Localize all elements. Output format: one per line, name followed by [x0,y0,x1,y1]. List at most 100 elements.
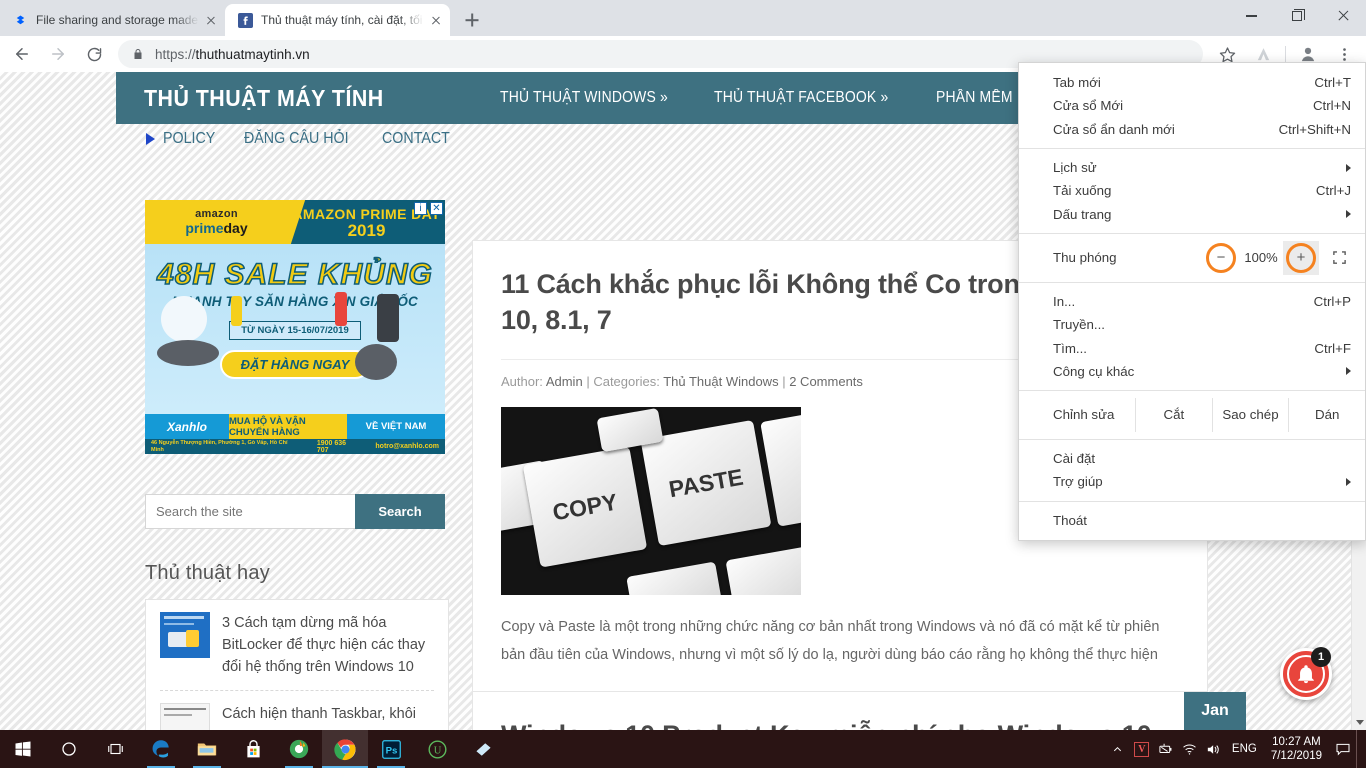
search-button[interactable]: Search [355,494,445,529]
ad-contact-bar: 46 Nguyễn Thượng Hiền, Phường 1, Gò Vấp,… [145,439,445,454]
new-tab-button[interactable] [458,6,486,34]
ad-close-icon[interactable]: ✕ [430,202,443,215]
minimize-button[interactable] [1228,0,1274,32]
cut-button[interactable]: Cắt [1135,397,1212,432]
post-title[interactable]: Cách hiện thanh Taskbar, khôi [222,703,416,730]
list-item[interactable]: 3 Cách tạm dừng mã hóa BitLocker để thực… [160,612,434,692]
menu-item-print[interactable]: In... Ctrl+P [1019,290,1365,313]
store-icon [246,739,260,757]
menu-item-new-incognito-window[interactable]: Cửa sổ ẩn danh mới Ctrl+Shift+N [1019,118,1365,141]
list-item[interactable]: Cách hiện thanh Taskbar, khôi [160,703,434,730]
amazon-prime-day-logo: amazon primeday [145,200,288,244]
microsoft-store-button[interactable] [230,730,276,768]
menu-separator [1019,389,1365,391]
ad-cta-button[interactable]: ĐẶT HÀNG NGAY [220,350,370,379]
url-text: https://thuthuatmaytinh.vn [155,47,1193,62]
menu-label: Tab mới [1053,75,1101,91]
unikey-icon [476,742,490,756]
menu-separator [1019,438,1365,440]
zoom-in-button[interactable]: + [1283,240,1319,275]
unikey-button[interactable] [460,730,506,768]
battery-icon[interactable] [1154,730,1178,768]
menu-label: Cửa sổ ẩn danh mới [1053,121,1175,137]
menu-item-new-tab[interactable]: Tab mới Ctrl+T [1019,71,1365,94]
maximize-button[interactable] [1274,0,1320,32]
svg-text:Ps: Ps [385,745,397,756]
menu-item-history[interactable]: Lịch sử [1019,156,1365,179]
forward-arrow-icon[interactable] [44,40,72,68]
chrome-button[interactable] [322,730,368,768]
nav-item-facebook[interactable]: THỦ THUẬT FACEBOOK » [714,89,888,107]
subnav-item-question[interactable]: ĐĂNG CÂU HỎI [244,130,349,148]
menu-separator [1019,500,1365,502]
edge-button[interactable] [138,730,184,768]
photoshop-button[interactable]: Ps [368,730,414,768]
nav-item-software[interactable]: PHẦN MỀM [936,89,1013,107]
menu-label: Cửa sổ Mới [1053,98,1124,114]
menu-item-find[interactable]: Tìm... Ctrl+F [1019,336,1365,359]
notification-bubble[interactable]: 1 [1280,647,1332,700]
nav-item-windows[interactable]: THỦ THUẬT WINDOWS » [500,89,668,107]
chevron-up-icon[interactable] [1106,730,1130,768]
fullscreen-icon[interactable] [1319,241,1359,275]
advertisement-banner[interactable]: amazon primeday AMAZON PRIME DAY 2019 i … [145,200,445,454]
subnav-item-contact[interactable]: CONTACT [382,130,450,148]
site-logo[interactable]: THỦ THUẬT MÁY TÍNH [144,85,384,112]
scrollbar-down-arrow[interactable] [1352,715,1366,730]
clock[interactable]: 10:27 AM 7/12/2019 [1263,735,1330,764]
tab-title: Thủ thuật máy tính, cài đặt, tối ưu [261,13,424,27]
browser-tab-2[interactable]: Thủ thuật máy tính, cài đặt, tối ưu [225,4,450,36]
volume-icon[interactable] [1202,730,1226,768]
language-indicator[interactable]: ENG [1226,743,1263,755]
menu-item-bookmarks[interactable]: Dấu trang [1019,202,1365,225]
reload-icon[interactable] [80,40,108,68]
paste-button[interactable]: Dán [1288,397,1365,432]
browser-tab-1[interactable]: File sharing and storage made sir [0,4,225,36]
article-title[interactable]: Windows 10 Product Key miễn phí cho Wind… [501,718,1179,730]
menu-item-settings[interactable]: Cài đặt [1019,447,1365,470]
ad-phone: 1900 636 707 [316,439,347,454]
file-explorer-button[interactable] [184,730,230,768]
key-blank-bottom2 [725,545,801,595]
menu-label: Thoát [1053,512,1088,528]
menu-item-more-tools[interactable]: Công cụ khác [1019,360,1365,383]
key-copy: COPY [522,446,648,568]
svg-text:U: U [433,745,441,756]
chrome-main-menu: Tab mới Ctrl+T Cửa sổ Mới Ctrl+N Cửa sổ … [1018,62,1366,541]
zoom-out-highlight-circle [1206,242,1236,273]
utorrent-icon: U [427,739,447,759]
search-button[interactable] [46,730,92,768]
menu-item-exit[interactable]: Thoát [1019,509,1365,532]
menu-accelerator: Ctrl+J [1315,183,1351,199]
menu-item-downloads[interactable]: Tải xuống Ctrl+J [1019,179,1365,202]
author-name[interactable]: Admin [546,374,583,389]
action-center-icon[interactable] [1330,730,1356,768]
chevron-right-icon [1346,367,1351,376]
coccoc-button[interactable] [276,730,322,768]
copy-button[interactable]: Sao chép [1211,397,1289,432]
article-featured-image[interactable]: COPY PASTE [501,406,801,595]
back-arrow-icon[interactable] [8,40,36,68]
start-button[interactable] [0,730,46,768]
task-view-button[interactable] [92,730,138,768]
zoom-out-button[interactable]: − [1203,241,1239,275]
category-name[interactable]: Thủ Thuật Windows [663,374,778,389]
menu-item-cast[interactable]: Truyền... [1019,313,1365,336]
unikey-tray-icon[interactable]: V [1130,730,1154,768]
jan-floating-label[interactable]: Jan [1184,692,1246,730]
close-icon[interactable] [428,12,444,28]
menu-item-new-window[interactable]: Cửa sổ Mới Ctrl+N [1019,94,1365,117]
menu-item-help[interactable]: Trợ giúp [1019,470,1365,493]
wifi-icon[interactable] [1178,730,1202,768]
show-desktop-button[interactable] [1356,730,1362,768]
ad-info-icon[interactable]: i [414,202,427,215]
close-icon[interactable] [203,12,219,28]
lock-icon [132,47,144,61]
search-input[interactable] [145,494,355,529]
utorrent-button[interactable]: U [414,730,460,768]
post-title[interactable]: 3 Cách tạm dừng mã hóa BitLocker để thực… [222,612,434,678]
comment-count[interactable]: 2 Comments [789,374,863,389]
menu-accelerator: Ctrl+T [1314,75,1351,91]
close-window-button[interactable] [1320,0,1366,32]
subnav-item-policy[interactable]: POLICY [163,130,215,148]
